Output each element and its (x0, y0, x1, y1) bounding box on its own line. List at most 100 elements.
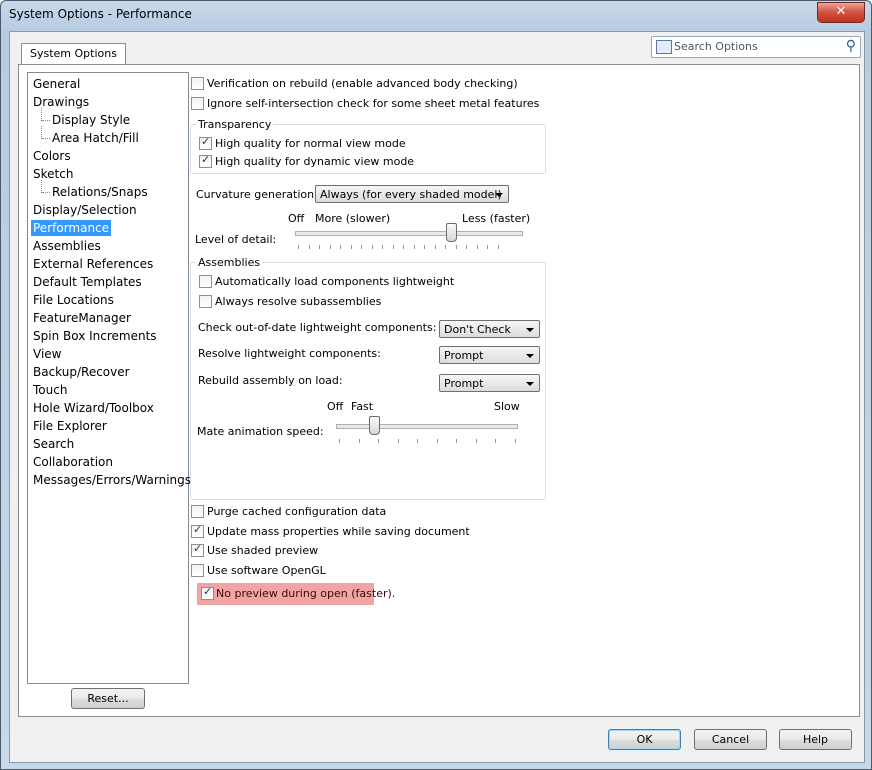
search-box[interactable]: Search Options ⚲ (651, 36, 861, 58)
tree-item-featuremanager[interactable]: FeatureManager (33, 310, 131, 326)
curvature-value: Always (for every shaded model) (320, 188, 502, 201)
tree-item-default-templates[interactable]: Default Templates (33, 274, 142, 290)
update-mass-checkbox[interactable] (191, 523, 204, 538)
hq-dynamic-checkbox[interactable] (199, 153, 212, 168)
dialog-client: System Options Search Options ⚲ General D… (9, 31, 865, 763)
slider-tick (392, 245, 394, 249)
verification-checkbox[interactable] (191, 77, 204, 90)
tree-item-file-locations[interactable]: File Locations (33, 292, 114, 308)
slider-tick (397, 439, 399, 443)
lod-less-label: Less (faster) (462, 212, 531, 225)
search-input[interactable]: Search Options (674, 40, 758, 53)
rebuild-load-label: Rebuild assembly on load: (198, 374, 343, 387)
always-resolve-label: Always resolve subassemblies (215, 295, 382, 308)
tree-item-hole-wizard-toolbox[interactable]: Hole Wizard/Toolbox (33, 400, 154, 416)
window-title: System Options - Performance (9, 7, 192, 21)
tree-item-display-style[interactable]: Display Style (52, 112, 130, 128)
mate-slider-thumb[interactable] (369, 416, 381, 435)
ignore-self-intersection-checkbox[interactable] (191, 97, 204, 110)
tree-item-messages-errors-warnings[interactable]: Messages/Errors/Warnings (33, 472, 191, 488)
tree-item-file-explorer[interactable]: File Explorer (33, 418, 107, 434)
assemblies-title: Assemblies (196, 256, 263, 269)
chevron-down-icon (526, 328, 534, 332)
help-button[interactable]: Help (779, 729, 852, 750)
resolve-light-value: Prompt (444, 349, 484, 362)
shaded-preview-checkbox[interactable] (191, 542, 204, 557)
tree-item-colors[interactable]: Colors (33, 148, 71, 164)
slider-tick (329, 245, 331, 249)
tree-item-display-selection[interactable]: Display/Selection (33, 202, 137, 218)
mate-slider-track[interactable] (336, 424, 518, 429)
slider-tick (417, 439, 419, 443)
tree-connector (41, 126, 42, 139)
no-preview-checkbox[interactable] (201, 585, 214, 600)
tree-item-external-references[interactable]: External References (33, 256, 153, 272)
software-opengl-label: Use software OpenGL (207, 564, 326, 577)
lod-slider-thumb[interactable] (446, 223, 457, 242)
tab-system-options[interactable]: System Options (21, 43, 126, 65)
tree-item-sketch[interactable]: Sketch (33, 166, 73, 182)
auto-lightweight-checkbox[interactable] (199, 275, 212, 288)
slider-tick (445, 245, 447, 249)
search-icon[interactable]: ⚲ (846, 38, 856, 54)
auto-lightweight-label: Automatically load components lightweigh… (215, 275, 455, 288)
cancel-button[interactable]: Cancel (694, 729, 767, 750)
tree-item-search[interactable]: Search (33, 436, 74, 452)
rebuild-load-value: Prompt (444, 377, 484, 390)
slider-tick (413, 245, 415, 249)
slider-tick (434, 245, 436, 249)
tree-item-relations-snaps[interactable]: Relations/Snaps (52, 184, 148, 200)
tree-item-collaboration[interactable]: Collaboration (33, 454, 113, 470)
options-tree[interactable]: General Drawings Display Style Area Hatch/F… (27, 72, 191, 684)
slider-tick (319, 245, 321, 249)
tree-connector (42, 120, 50, 121)
dialog-window: System Options - Performance ✕ System Op… (0, 0, 872, 770)
reset-button[interactable]: Reset... (71, 688, 145, 709)
shaded-preview-label: Use shaded preview (207, 544, 319, 557)
chevron-down-icon (526, 382, 534, 386)
slider-tick (487, 245, 489, 249)
curvature-label: Curvature generation: (196, 188, 318, 201)
curvature-select[interactable]: Always (for every shaded model) (315, 185, 509, 203)
lod-label: Level of detail: (195, 233, 277, 246)
tree-item-view[interactable]: View (33, 346, 61, 362)
tree-item-backup-recover[interactable]: Backup/Recover (33, 364, 130, 380)
tree-connector (41, 108, 42, 121)
tree-item-performance[interactable]: Performance (31, 220, 112, 236)
lod-off-label: Off (288, 212, 305, 225)
ignore-self-intersection-label: Ignore self-intersection check for some … (207, 97, 540, 110)
slider-tick (456, 439, 458, 443)
resolve-light-select[interactable]: Prompt (439, 346, 540, 364)
slider-tick (455, 245, 457, 249)
slider-tick (371, 245, 373, 249)
lod-slider-track[interactable] (295, 231, 523, 236)
tree-item-spin-box-increments[interactable]: Spin Box Increments (33, 328, 157, 344)
purge-cache-checkbox[interactable] (191, 505, 204, 518)
slider-tick (339, 439, 340, 443)
tree-connector (42, 192, 50, 193)
tree-item-touch[interactable]: Touch (33, 382, 67, 398)
software-opengl-checkbox[interactable] (191, 564, 204, 577)
tree-item-area-hatch-fill[interactable]: Area Hatch/Fill (52, 130, 139, 146)
purge-cache-label: Purge cached configuration data (207, 505, 387, 518)
options-list-icon (656, 40, 672, 54)
mate-anim-label: Mate animation speed: (197, 425, 324, 438)
ok-button[interactable]: OK (608, 729, 681, 750)
tree-item-general[interactable]: General (33, 76, 80, 92)
hq-dynamic-label: High quality for dynamic view mode (215, 155, 415, 168)
check-outdated-select[interactable]: Don't Check (439, 320, 540, 338)
slider-tick (350, 245, 352, 249)
chevron-down-icon (495, 193, 503, 197)
no-preview-label: No preview during open (faster). (216, 587, 396, 600)
verification-label: Verification on rebuild (enable advanced… (207, 77, 518, 90)
hq-normal-checkbox[interactable] (199, 135, 212, 150)
always-resolve-checkbox[interactable] (199, 295, 212, 308)
rebuild-load-select[interactable]: Prompt (439, 374, 540, 392)
slider-tick (403, 245, 405, 249)
tree-item-assemblies[interactable]: Assemblies (33, 238, 101, 254)
slider-tick (515, 439, 516, 443)
tree-connector (41, 180, 42, 193)
close-button[interactable]: ✕ (817, 2, 865, 23)
lod-slider-ticks (298, 245, 520, 249)
hq-normal-label: High quality for normal view mode (215, 137, 406, 150)
